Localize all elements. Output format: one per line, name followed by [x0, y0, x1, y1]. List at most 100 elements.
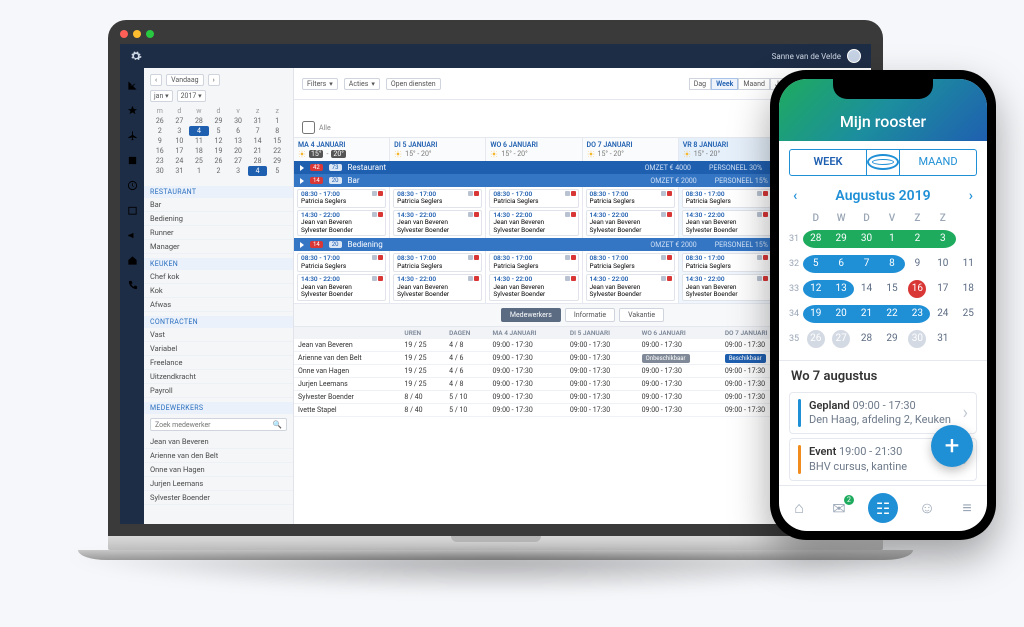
view-dag[interactable]: Dag [689, 78, 711, 90]
nav-home-icon[interactable]: ⌂ [788, 497, 810, 519]
calendar-day[interactable]: 7 [854, 254, 879, 274]
list-item[interactable]: Bediening [144, 212, 293, 226]
user-menu[interactable]: Sanne van de Velde [772, 49, 861, 63]
phone-icon[interactable] [127, 280, 138, 291]
list-item[interactable]: Jean van Beveren [144, 435, 293, 449]
plane-icon[interactable] [127, 130, 138, 141]
calendar-day[interactable]: 21 [854, 304, 879, 324]
list-item[interactable]: Bar [144, 198, 293, 212]
calendar-day[interactable]: 8 [879, 254, 904, 274]
calendar-day[interactable]: 31 [930, 329, 955, 349]
shift-card[interactable]: 14:30 - 22:00Jean van BeverenSylvester B… [297, 210, 386, 236]
gear-icon[interactable] [130, 50, 142, 62]
shift-card[interactable]: 14:30 - 22:00Jean van BeverenSylvester B… [489, 274, 578, 300]
star-icon[interactable] [127, 105, 138, 116]
calendar-day[interactable]: 11 [956, 254, 981, 274]
list-item[interactable]: Payroll [144, 384, 293, 398]
list-item[interactable]: Vast [144, 328, 293, 342]
list-item[interactable]: Freelance [144, 356, 293, 370]
calendar-day[interactable]: 30 [854, 229, 879, 249]
list-item[interactable]: Runner [144, 226, 293, 240]
calendar-icon[interactable] [127, 155, 138, 166]
shift-card[interactable]: 08:30 - 17:00Patricia Seglers [586, 253, 675, 272]
shift-card[interactable]: 14:30 - 22:00Jean van BeverenSylvester B… [586, 274, 675, 300]
calendar-day[interactable]: 15 [879, 279, 904, 299]
calendar-day[interactable]: 20 [828, 304, 853, 324]
list-item[interactable]: Onne van Hagen [144, 463, 293, 477]
shift-card[interactable]: 14:30 - 22:00Jean van BeverenSylvester B… [586, 210, 675, 236]
phone-tab-maand[interactable]: MAAND [900, 150, 976, 175]
open-diensten-btn[interactable]: Open diensten [386, 78, 441, 90]
calendar-day[interactable]: 22 [879, 304, 904, 324]
prev-btn[interactable]: ‹ [150, 74, 162, 86]
calendar-day[interactable]: 5 [803, 254, 828, 274]
list-item[interactable]: Sylvester Boender [144, 491, 293, 505]
list-item[interactable]: Arienne van den Belt [144, 449, 293, 463]
calendar-day[interactable]: 23 [905, 304, 930, 324]
clock-icon[interactable] [127, 180, 138, 191]
shift-card[interactable]: 08:30 - 17:00Patricia Seglers [297, 189, 386, 208]
calendar-day[interactable]: 10 [930, 254, 955, 274]
shift-card[interactable]: 14:30 - 22:00Jean van BeverenSylvester B… [682, 210, 771, 236]
calendar-day[interactable]: 18 [956, 279, 981, 299]
phone-prev-month[interactable]: ‹ [793, 188, 797, 204]
calendar-day[interactable]: 14 [854, 279, 879, 299]
phone-tab-week[interactable]: WEEK [790, 150, 866, 175]
calendar-day[interactable]: 2 [905, 229, 930, 249]
year-select[interactable]: 2017 ▾ [177, 90, 206, 102]
calendar-day[interactable]: 24 [930, 304, 955, 324]
shift-card[interactable]: 14:30 - 22:00Jean van BeverenSylvester B… [489, 210, 578, 236]
phone-calendar[interactable]: DWDVZZ3128293012332567891011331213141516… [779, 208, 987, 360]
tab-vakantie[interactable]: Vakantie [619, 308, 664, 322]
calendar-day[interactable]: 1 [879, 229, 904, 249]
calendar-day[interactable]: 6 [828, 254, 853, 274]
calendar-day[interactable]: 3 [930, 229, 955, 249]
tab-informatie[interactable]: Informatie [565, 308, 615, 322]
calendar-day[interactable]: 12 [803, 279, 828, 299]
nav-calendar-icon[interactable]: ☷ [868, 493, 898, 523]
phone-next-month[interactable]: › [969, 188, 973, 204]
calendar-day[interactable]: 30 [905, 329, 930, 349]
shift-card[interactable]: 08:30 - 17:00Patricia Seglers [682, 189, 771, 208]
month-select[interactable]: jan ▾ [150, 90, 173, 102]
employee-search[interactable]: 🔍 [150, 418, 287, 431]
view-maand[interactable]: Maand [738, 78, 770, 90]
shift-card[interactable]: 14:30 - 22:00Jean van BeverenSylvester B… [297, 274, 386, 300]
shift-card[interactable]: 08:30 - 17:00Patricia Seglers [393, 253, 482, 272]
calendar-day[interactable]: 9 [905, 254, 930, 274]
list-item[interactable]: Variabel [144, 342, 293, 356]
view-week[interactable]: Week [711, 78, 738, 90]
acties-btn[interactable]: Acties ▾ [344, 78, 380, 90]
calendar-day[interactable]: 26 [803, 329, 828, 349]
nav-mail-icon[interactable]: ✉2 [828, 497, 850, 519]
shift-card[interactable]: 08:30 - 17:00Patricia Seglers [489, 189, 578, 208]
phone-tab-target[interactable] [866, 150, 900, 175]
list-item[interactable]: Jurjen Leemans [144, 477, 293, 491]
day-header[interactable]: WO 6 JANUARI15° - 20° [486, 138, 582, 161]
list-item[interactable]: Afwas [144, 298, 293, 312]
list-item[interactable]: Chef kok [144, 270, 293, 284]
calendar-day[interactable]: 16 [905, 279, 930, 299]
day-header[interactable]: MA 4 JANUARI15° - 20° [294, 138, 390, 161]
next-btn[interactable]: › [208, 74, 220, 86]
shift-card[interactable]: 08:30 - 17:00Patricia Seglers [586, 189, 675, 208]
phone-fab-add[interactable]: + [931, 425, 973, 467]
day-header[interactable]: DO 7 JANUARI15° - 20° [583, 138, 679, 161]
calendar-day[interactable]: 28 [854, 329, 879, 349]
calendar-day[interactable]: 25 [956, 304, 981, 324]
tab-medewerkers[interactable]: Medewerkers [501, 308, 561, 322]
home-icon[interactable] [127, 255, 138, 266]
calendar-day[interactable]: 27 [828, 329, 853, 349]
shift-card[interactable]: 08:30 - 17:00Patricia Seglers [489, 253, 578, 272]
nav-menu-icon[interactable]: ≡ [956, 497, 978, 519]
calendar-day[interactable]: 29 [879, 329, 904, 349]
filters-btn[interactable]: Filters ▾ [302, 78, 338, 90]
mini-calendar[interactable]: mdwdvzz262728293031123456789101112131415… [150, 106, 287, 176]
day-header[interactable]: VR 8 JANUARI15° - 20° [679, 138, 775, 161]
shift-card[interactable]: 14:30 - 22:00Jean van BeverenSylvester B… [682, 274, 771, 300]
calendar-day[interactable]: 17 [930, 279, 955, 299]
shift-card[interactable]: 08:30 - 17:00Patricia Seglers [682, 253, 771, 272]
shift-card[interactable]: 08:30 - 17:00Patricia Seglers [393, 189, 482, 208]
calendar-day[interactable]: 13 [828, 279, 853, 299]
shift-card[interactable]: 08:30 - 17:00Patricia Seglers [297, 253, 386, 272]
